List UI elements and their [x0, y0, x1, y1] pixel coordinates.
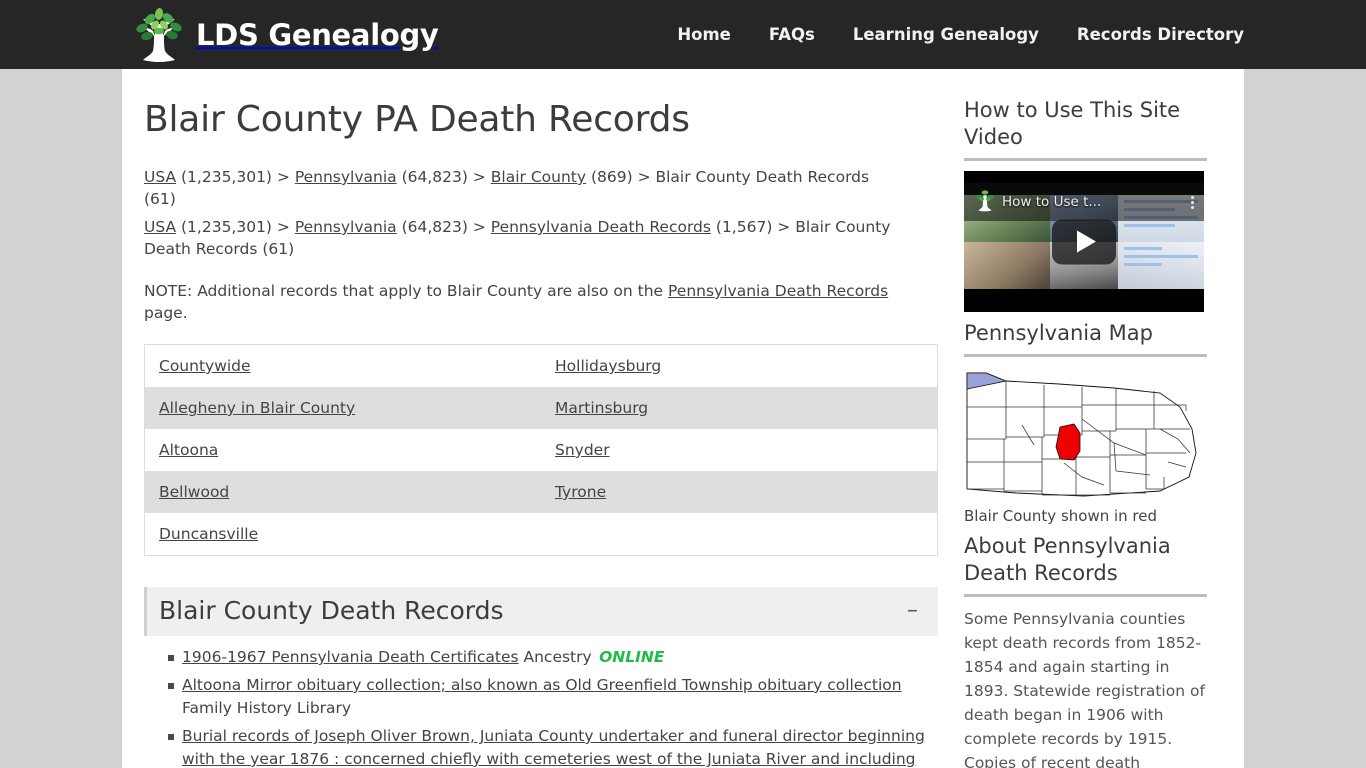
breadcrumb-text: (1,235,301) >	[176, 168, 295, 186]
records-list: 1906-1967 Pennsylvania Death Certificate…	[144, 646, 938, 768]
video-block-heading: How to Use This Site Video	[964, 98, 1181, 149]
map-caption: Blair County shown in red	[964, 507, 1158, 525]
divider	[964, 354, 1207, 357]
table-row: Bellwood Tyrone	[144, 471, 938, 513]
record-source: Family History Library	[182, 699, 352, 717]
table-cell: Bellwood	[144, 471, 541, 513]
records-section-header[interactable]: Blair County Death Records –	[144, 587, 938, 636]
video-title-bar: How to Use t...	[964, 183, 1204, 221]
page-title: Blair County PA Death Records	[144, 99, 690, 140]
breadcrumb-primary: USA (1,235,301) > Pennsylvania (64,823) …	[144, 166, 904, 210]
place-link[interactable]: Duncansville	[159, 525, 258, 543]
place-link[interactable]: Tyrone	[555, 483, 606, 501]
place-link[interactable]: Bellwood	[159, 483, 229, 501]
brand-home-link[interactable]: LDS Genealogy	[128, 0, 439, 69]
record-title-link[interactable]: Altoona Mirror obituary collection; also…	[182, 676, 902, 694]
record-source: Ancestry	[518, 648, 592, 666]
sidebar: How to Use This Site Video How to Use t.…	[940, 69, 1244, 768]
records-section: Blair County Death Records – 1906-1967 P…	[144, 587, 938, 768]
table-cell: Altoona	[144, 429, 541, 471]
sidebar-video-block: How to Use This Site Video How to Use t.…	[964, 97, 1207, 312]
kebab-menu-icon[interactable]	[1191, 195, 1194, 209]
note-link[interactable]: Pennsylvania Death Records	[668, 282, 888, 300]
breadcrumb-link[interactable]: USA	[144, 218, 176, 236]
nav-item-home[interactable]: Home	[677, 25, 731, 44]
place-link[interactable]: Countywide	[159, 357, 251, 375]
table-cell: Snyder	[541, 429, 938, 471]
list-item: 1906-1967 Pennsylvania Death Certificate…	[168, 646, 938, 669]
table-cell: Allegheny in Blair County	[144, 387, 541, 429]
divider	[964, 594, 1207, 597]
video-player[interactable]: How to Use t...	[964, 171, 1204, 312]
record-title-link[interactable]: 1906-1967 Pennsylvania Death Certificate…	[182, 648, 519, 666]
table-cell: Duncansville	[144, 513, 541, 556]
site-header: LDS Genealogy Home FAQs Learning Genealo…	[0, 0, 1366, 69]
table-row: Allegheny in Blair County Martinsburg	[144, 387, 938, 429]
breadcrumb-text: (64,823) >	[396, 218, 491, 236]
place-link[interactable]: Hollidaysburg	[555, 357, 661, 375]
main-column: Blair County PA Death Records USA (1,235…	[122, 69, 940, 768]
main-navigation: Home FAQs Learning Genealogy Records Dir…	[677, 25, 1244, 44]
breadcrumb-link[interactable]: Blair County	[491, 168, 586, 186]
list-item: Burial records of Joseph Oliver Brown, J…	[168, 725, 938, 768]
record-title-link[interactable]: Burial records of Joseph Oliver Brown, J…	[182, 727, 925, 768]
list-item: Altoona Mirror obituary collection; also…	[168, 674, 938, 720]
place-link[interactable]: Martinsburg	[555, 399, 648, 417]
table-cell: Hollidaysburg	[541, 344, 938, 387]
nav-item-records-directory[interactable]: Records Directory	[1077, 25, 1244, 44]
tree-logo-icon	[128, 6, 190, 64]
highlighted-county-blair	[1055, 423, 1081, 461]
about-block-heading: About Pennsylvania Death Records	[964, 534, 1171, 585]
table-cell: Countywide	[144, 344, 541, 387]
place-link[interactable]: Allegheny in Blair County	[159, 399, 355, 417]
note-line: NOTE: Additional records that apply to B…	[144, 280, 918, 324]
table-row: Countywide Hollidaysburg	[144, 344, 938, 387]
breadcrumb-secondary: USA (1,235,301) > Pennsylvania (64,823) …	[144, 216, 904, 260]
brand-name: LDS Genealogy	[196, 17, 439, 52]
places-table: Countywide Hollidaysburg Allegheny in Blai…	[144, 344, 938, 556]
table-cell	[541, 513, 938, 556]
table-row: Duncansville	[144, 513, 938, 556]
status-badge: ONLINE	[593, 648, 665, 666]
sidebar-map-block: Pennsylvania Map Blair County shown in r…	[964, 320, 1207, 525]
map-block-heading: Pennsylvania Map	[964, 321, 1153, 345]
records-section-title: Blair County Death Records	[159, 596, 504, 625]
video-overlay-title: How to Use t...	[1002, 194, 1102, 210]
play-button-icon[interactable]	[1052, 219, 1116, 264]
breadcrumb-link[interactable]: Pennsylvania	[295, 168, 397, 186]
breadcrumb-link[interactable]: Pennsylvania Death Records	[491, 218, 711, 236]
about-block-text: Some Pennsylvania counties kept death re…	[964, 610, 1205, 768]
page-shell: Blair County PA Death Records USA (1,235…	[0, 69, 1366, 768]
place-link[interactable]: Snyder	[555, 441, 610, 459]
table-cell: Tyrone	[541, 471, 938, 513]
divider	[964, 158, 1207, 161]
breadcrumb-text: (1,235,301) >	[176, 218, 295, 236]
breadcrumb-link[interactable]: Pennsylvania	[295, 218, 397, 236]
place-link[interactable]: Altoona	[159, 441, 218, 459]
nav-item-learning-genealogy[interactable]: Learning Genealogy	[853, 25, 1039, 44]
pennsylvania-county-map: Blair County shown in red	[964, 367, 1204, 525]
nav-item-faqs[interactable]: FAQs	[769, 25, 815, 44]
video-channel-tree-icon	[964, 187, 998, 217]
collapse-toggle-icon[interactable]: –	[907, 599, 920, 622]
note-text: NOTE: Additional records that apply to B…	[144, 282, 668, 300]
breadcrumb-link[interactable]: USA	[144, 168, 176, 186]
content-card: Blair County PA Death Records USA (1,235…	[122, 69, 1244, 768]
note-text: page.	[144, 304, 188, 322]
breadcrumb-text: (64,823) >	[396, 168, 491, 186]
table-row: Altoona Snyder	[144, 429, 938, 471]
sidebar-about-block: About Pennsylvania Death Records Some Pe…	[964, 533, 1207, 768]
table-cell: Martinsburg	[541, 387, 938, 429]
